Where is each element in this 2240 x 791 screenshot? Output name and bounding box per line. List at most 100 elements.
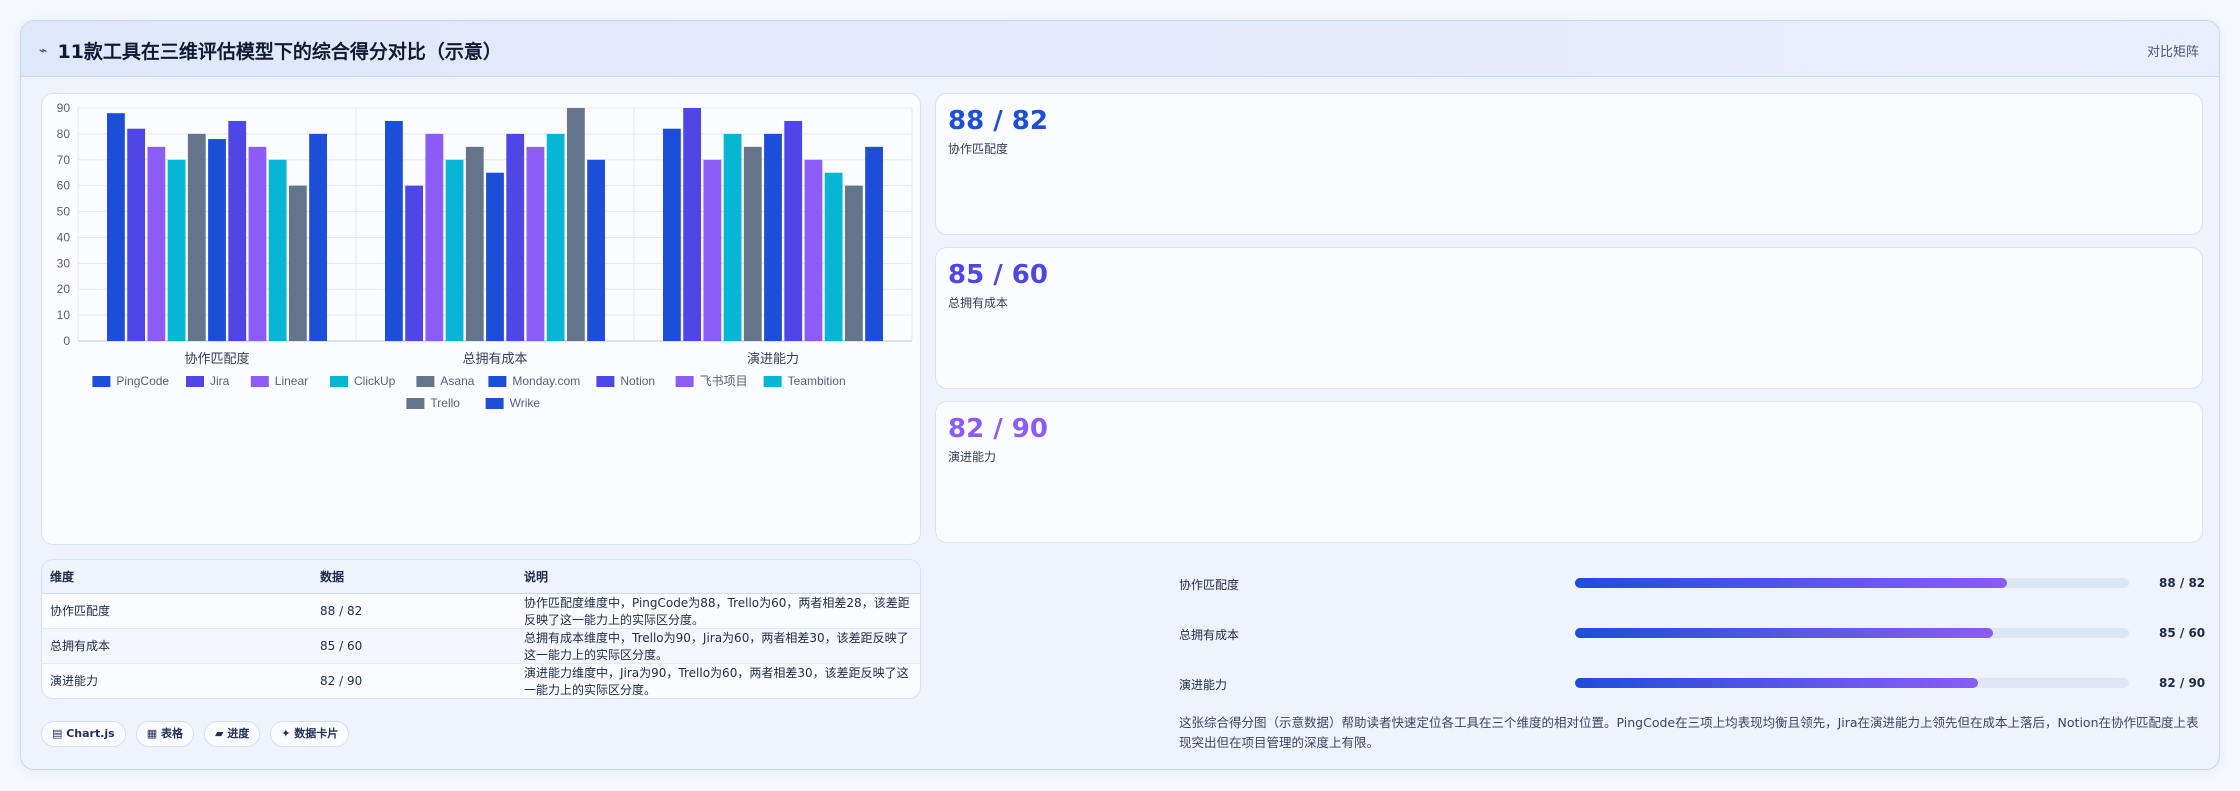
legend-label: ClickUp xyxy=(354,374,396,388)
kpi-value: 82 / 90 xyxy=(948,414,1048,444)
table-cell: 演进能力维度中，Jira为90，Trello为60，两者相差30，该差距反映了这… xyxy=(516,663,920,698)
table-cell: 82 / 90 xyxy=(312,663,516,698)
bar-- xyxy=(804,159,823,341)
progress-track xyxy=(1575,678,2129,688)
progress-fill xyxy=(1575,628,1994,638)
bar-teambition xyxy=(546,133,565,341)
legend-swatch xyxy=(485,398,504,409)
x-tick-label: 协作匹配度 xyxy=(184,351,249,367)
bar-monday-com xyxy=(486,172,504,341)
bar-linear xyxy=(147,146,166,341)
progress-value: 88 / 82 xyxy=(2159,576,2206,590)
bar-wrike xyxy=(309,133,327,341)
x-tick-label: 演进能力 xyxy=(747,351,799,367)
bar-jira xyxy=(683,108,702,341)
progress-fill xyxy=(1575,578,2008,588)
kpi-card-evolution: 82 / 90 演进能力 xyxy=(935,401,2203,543)
legend-label: Teambition xyxy=(788,374,846,388)
chip-progress[interactable]: ▰ 进度 xyxy=(203,721,261,747)
kpi-card-collab: 88 / 82 协作匹配度 xyxy=(935,93,2203,235)
bar-pingcode xyxy=(385,120,403,341)
table-cell: 协作匹配度维度中，PingCode为88，Trello为60，两者相差28，该差… xyxy=(516,593,920,629)
legend-swatch xyxy=(763,376,782,387)
table-header-row: 维度 数据 说明 xyxy=(42,560,920,594)
bar-clickup xyxy=(445,159,464,341)
y-tick-label: 40 xyxy=(57,230,71,244)
kpi-value: 85 / 60 xyxy=(948,260,1048,290)
bar-trello xyxy=(844,185,863,341)
matrix-label[interactable]: 对比矩阵 xyxy=(2147,41,2199,60)
legend-label: Wrike xyxy=(510,396,541,410)
y-tick-label: 20 xyxy=(57,282,71,296)
bar-linear xyxy=(703,159,722,341)
legend-swatch xyxy=(416,376,435,387)
bar-notion xyxy=(228,120,247,341)
progress-label: 演进能力 xyxy=(1179,678,1228,692)
bar-pingcode xyxy=(663,128,681,341)
table-row: 演进能力 82 / 90 演进能力维度中，Jira为90，Trello为60，两… xyxy=(42,663,920,698)
column-header: 数据 xyxy=(312,560,516,594)
bar-pingcode xyxy=(107,113,125,341)
chip-table[interactable]: ▦ 表格 xyxy=(135,721,194,747)
legend-swatch xyxy=(92,376,111,387)
bar-clickup xyxy=(723,133,742,341)
y-tick-label: 80 xyxy=(57,127,71,141)
legend-label: Linear xyxy=(275,374,308,388)
kpi-label: 总拥有成本 xyxy=(948,296,1009,310)
summary-description: 这张综合得分图（示意数据）帮助读者快速定位各工具在三个维度的相对位置。PingC… xyxy=(1179,715,2199,750)
legend-label: Trello xyxy=(430,396,460,410)
data-table: 维度 数据 说明 协作匹配度 88 / 82 协作匹配度维度中，PingCode… xyxy=(42,560,920,698)
page-title-text: 11款工具在三维评估模型下的综合得分对比（示意） xyxy=(57,41,502,63)
table-cell: 总拥有成本维度中，Trello为90，Jira为60，两者相差30，该差距反映了… xyxy=(516,628,920,664)
legend-label: Notion xyxy=(620,374,655,388)
bar-jira xyxy=(127,128,146,341)
y-tick-label: 60 xyxy=(57,179,71,193)
legend-swatch xyxy=(186,376,204,387)
tech-chips: ▤ Chart.js ▦ 表格 ▰ 进度 ✦ 数据卡片 xyxy=(41,721,350,747)
progress-label: 总拥有成本 xyxy=(1179,628,1240,642)
legend-label: 飞书项目 xyxy=(700,374,748,388)
bar-clickup xyxy=(167,159,186,341)
bar-- xyxy=(248,146,267,341)
bar-monday-com xyxy=(208,139,226,341)
legend-swatch xyxy=(406,398,425,409)
chip-data-card[interactable]: ✦ 数据卡片 xyxy=(270,721,350,747)
table-cell: 88 / 82 xyxy=(312,593,516,629)
y-tick-label: 30 xyxy=(57,256,71,270)
kpi-value: 88 / 82 xyxy=(948,106,1048,136)
chip-chartjs[interactable]: ▤ Chart.js xyxy=(41,721,126,747)
table-row: 协作匹配度 88 / 82 协作匹配度维度中，PingCode为88，Trell… xyxy=(42,593,920,629)
bar-wrike xyxy=(587,159,605,341)
bar-teambition xyxy=(824,172,843,341)
legend-swatch xyxy=(250,376,269,387)
table-cell: 85 / 60 xyxy=(312,628,516,664)
x-tick-label: 总拥有成本 xyxy=(462,352,527,367)
kpi-card-cost: 85 / 60 总拥有成本 xyxy=(935,247,2203,389)
progress-row: 演进能力 82 / 90 xyxy=(1179,673,2209,693)
y-tick-label: 90 xyxy=(57,101,71,115)
bar-chart-card: 0 10 20 30 40 50 60 70 80 90 协作匹配度 总拥有成本 演进能力 PingCod… xyxy=(41,93,921,545)
progress-row: 协作匹配度 88 / 82 xyxy=(1179,573,2209,593)
bar-asana xyxy=(465,146,484,341)
legend-label: Jira xyxy=(210,374,230,388)
progress-value: 82 / 90 xyxy=(2159,676,2206,690)
kpi-label: 协作匹配度 xyxy=(948,142,1009,156)
progress-label: 协作匹配度 xyxy=(1179,578,1240,592)
kpi-label: 演进能力 xyxy=(948,450,997,464)
page-title: ⌁ 11款工具在三维评估模型下的综合得分对比（示意） xyxy=(39,37,502,64)
bar-trello xyxy=(288,185,307,341)
bar-wrike xyxy=(865,146,883,341)
y-tick-label: 10 xyxy=(57,308,71,322)
bar-jira xyxy=(405,185,424,341)
progress-track xyxy=(1575,628,2129,638)
column-header: 维度 xyxy=(42,560,312,594)
bar-asana xyxy=(743,146,762,341)
bar-notion xyxy=(784,120,803,341)
bar-monday-com xyxy=(764,133,782,341)
progress-fill xyxy=(1575,678,1979,688)
table-cell: 总拥有成本 xyxy=(42,628,312,664)
bar-linear xyxy=(425,133,444,341)
bar-chart: 0 10 20 30 40 50 60 70 80 90 协作匹配度 总拥有成本 演进能力 PingCod… xyxy=(57,101,913,410)
bar-teambition xyxy=(268,159,287,341)
legend-swatch xyxy=(596,376,615,387)
